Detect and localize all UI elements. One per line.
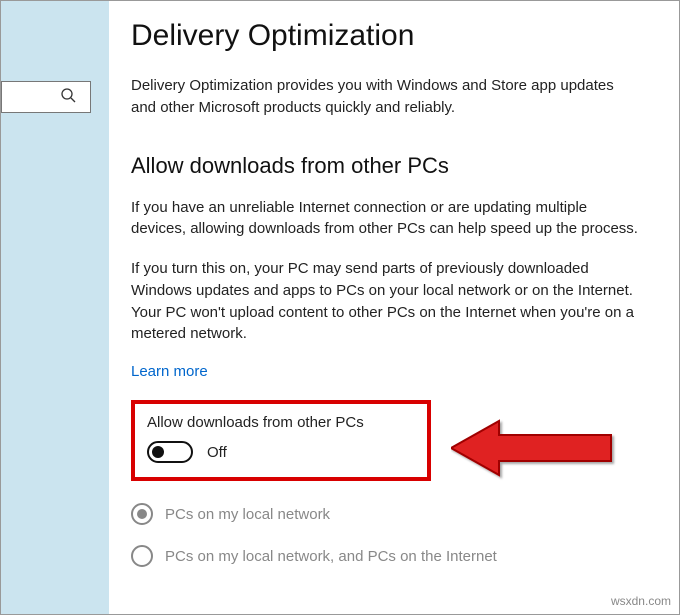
toggle-row: Off — [147, 441, 415, 463]
radio-label: PCs on my local network, and PCs on the … — [165, 548, 497, 565]
section-para-2: If you turn this on, your PC may send pa… — [131, 258, 641, 345]
radio-icon — [131, 545, 153, 567]
search-icon — [60, 87, 76, 108]
toggle-knob — [152, 446, 164, 458]
page-title: Delivery Optimization — [131, 19, 659, 53]
radio-label: PCs on my local network — [165, 506, 330, 523]
radio-group: PCs on my local network PCs on my local … — [131, 503, 659, 567]
radio-option-local[interactable]: PCs on my local network — [131, 503, 659, 525]
learn-more-link[interactable]: Learn more — [131, 363, 208, 380]
toggle-state: Off — [207, 444, 227, 461]
main-content: Delivery Optimization Delivery Optimizat… — [131, 19, 659, 604]
radio-icon — [131, 503, 153, 525]
toggle-label: Allow downloads from other PCs — [147, 414, 415, 431]
section-para-1: If you have an unreliable Internet conne… — [131, 197, 641, 241]
allow-downloads-toggle[interactable] — [147, 441, 193, 463]
sidebar — [1, 1, 109, 614]
highlight-box: Allow downloads from other PCs Off — [131, 400, 431, 481]
watermark: wsxdn.com — [611, 594, 671, 608]
section-heading: Allow downloads from other PCs — [131, 153, 659, 179]
page-description: Delivery Optimization provides you with … — [131, 75, 641, 119]
radio-option-internet[interactable]: PCs on my local network, and PCs on the … — [131, 545, 659, 567]
search-input[interactable] — [1, 81, 91, 113]
